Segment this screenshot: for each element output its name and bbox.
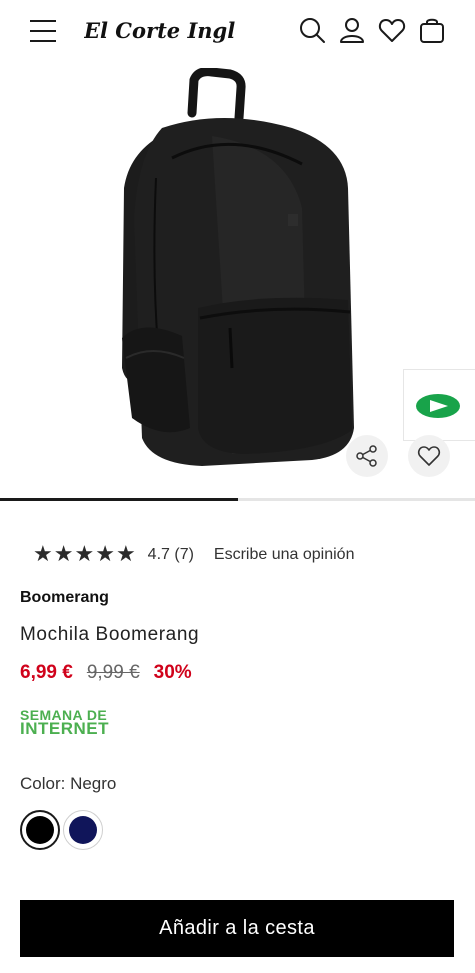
user-icon[interactable] [338,16,366,44]
product-title: Mochila Boomerang [20,624,200,645]
share-button[interactable] [346,435,388,477]
star-icon: ★ [95,542,115,567]
bag-icon[interactable] [418,16,446,44]
green-arrow-badge-icon [416,394,460,418]
original-price: 9,99 € [86,662,140,683]
promo-label: SEMANA DE INTERNET [20,708,109,738]
discount-badge: 30% [153,662,192,683]
star-icon: ★ [53,542,74,567]
gallery-progress [0,498,475,501]
header: El Corte Inglés [0,0,475,64]
current-price: 6,99 € [20,662,73,683]
color-label: Color: Negro [20,774,117,793]
color-swatch-dot [26,816,54,844]
share-icon [356,445,377,467]
rating-summary[interactable]: 4.7 (7) [148,546,194,564]
brand-logo[interactable]: El Corte Inglés [84,13,236,49]
rating-stars: ★ ★ ★ ★ ★ [33,544,136,566]
color-swatch-dot [69,816,97,844]
product-gallery[interactable] [0,64,475,502]
promo-badge[interactable] [403,369,475,441]
star-icon: ★ [74,542,95,567]
write-review-link[interactable]: Escribe una opinión [214,546,355,564]
product-brand[interactable]: Boomerang [20,589,109,607]
color-swatch-navy[interactable] [63,810,103,850]
star-icon: ★ [33,542,53,567]
heart-icon [417,446,441,466]
product-image[interactable] [112,68,364,468]
color-swatch-negro[interactable] [20,810,60,850]
wishlist-button[interactable] [408,435,450,477]
menu-icon[interactable] [30,20,56,42]
heart-icon[interactable] [378,16,406,44]
add-to-cart-button[interactable]: Añadir a la cesta [20,900,454,957]
svg-text:El Corte Inglés: El Corte Inglés [84,18,236,43]
star-icon: ★ [115,542,136,567]
search-icon[interactable] [298,16,326,44]
promo-label-line2: INTERNET [20,719,109,738]
gallery-progress-fill [0,498,238,501]
price-row: 6,99 € 9,99 € 30% [20,662,192,684]
rating-row: ★ ★ ★ ★ ★ 4.7 (7) Escribe una opinión [33,544,354,566]
